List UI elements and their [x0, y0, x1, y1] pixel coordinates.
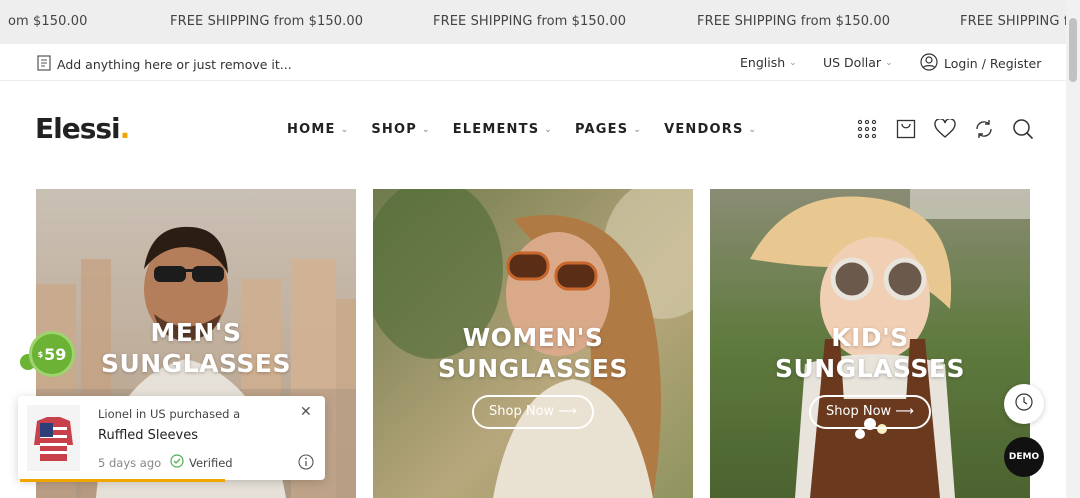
announcement-bar: om $150.00 FREE SHIPPING from $150.00 FR… — [0, 0, 1066, 44]
purchase-message: Lionel in US purchased a — [98, 407, 241, 421]
verified-label: Verified — [189, 455, 233, 470]
nav-label: ELEMENTS — [452, 122, 540, 137]
announcement-message: FREE SHIPPING f — [960, 14, 1066, 29]
check-circle-icon — [170, 454, 184, 471]
banner-kids-sunglasses[interactable]: KID'S SUNGLASSES Shop Now ⟶ — [710, 189, 1030, 498]
login-register-link[interactable]: Login / Register — [920, 53, 1041, 74]
cart-icon[interactable] — [895, 118, 917, 140]
popup-progress-bar — [20, 479, 225, 482]
grid-menu-icon[interactable] — [856, 118, 878, 140]
chevron-down-icon: ⌄ — [789, 57, 797, 68]
time-ago: 5 days ago — [98, 456, 162, 470]
info-icon[interactable] — [298, 454, 314, 474]
compare-icon[interactable] — [973, 118, 995, 140]
topbar-note-text: Add anything here or just remove it... — [57, 57, 292, 72]
banner-title-line: SUNGLASSES — [101, 349, 291, 378]
badge-price: 59 — [44, 344, 67, 364]
chevron-down-icon: ⌄ — [633, 124, 643, 135]
logo-text: Elessi — [35, 112, 121, 145]
heart-icon[interactable] — [934, 118, 956, 140]
top-utility-bar: Add anything here or just remove it... E… — [0, 44, 1066, 81]
price-badge[interactable]: $59 — [29, 331, 75, 377]
badge-currency: $ — [37, 349, 44, 359]
nav-label: PAGES — [575, 122, 629, 137]
logo-dot: . — [119, 112, 131, 145]
topbar-note: Add anything here or just remove it... — [37, 55, 292, 74]
language-selector[interactable]: English ⌄ — [740, 55, 797, 70]
banner-title: WOMEN'S SUNGLASSES — [373, 322, 693, 384]
announcement-message: FREE SHIPPING from $150.00 — [697, 14, 891, 29]
banner-title: KID'S SUNGLASSES — [710, 322, 1030, 384]
banner-title-line: SUNGLASSES — [438, 354, 628, 383]
nav-item-home[interactable]: HOME ⌄ — [287, 122, 349, 137]
announcement-message: FREE SHIPPING from $150.00 — [433, 14, 627, 29]
close-icon[interactable]: ✕ — [300, 404, 312, 420]
nav-label: HOME — [287, 122, 336, 137]
scrollbar-thumb[interactable] — [1069, 18, 1077, 82]
language-label: English — [740, 55, 786, 70]
banner-title: MEN'S SUNGLASSES — [36, 317, 356, 379]
product-name[interactable]: Ruffled Sleeves — [98, 428, 198, 443]
banner-womens-sunglasses[interactable]: WOMEN'S SUNGLASSES Shop Now ⟶ — [373, 189, 693, 498]
site-logo[interactable]: Elessi. — [35, 112, 131, 145]
banner-title-line: KID'S — [831, 323, 909, 352]
shop-now-button[interactable]: Shop Now ⟶ — [472, 395, 594, 429]
banner-title-line: WOMEN'S — [462, 323, 604, 352]
currency-label: US Dollar — [823, 55, 882, 70]
chevron-down-icon: ⌄ — [544, 124, 554, 135]
nav-item-elements[interactable]: ELEMENTS ⌄ — [453, 122, 553, 137]
main-nav: HOME ⌄ SHOP ⌄ ELEMENTS ⌄ PAGES ⌄ VENDORS ⌄ — [287, 122, 779, 137]
page-scrollbar[interactable] — [1066, 0, 1080, 498]
banner-title-line: SUNGLASSES — [775, 354, 965, 383]
note-icon — [37, 55, 51, 74]
recent-purchase-popup[interactable]: Lionel in US purchased a Ruffled Sleeves… — [18, 396, 325, 482]
login-label: Login / Register — [944, 56, 1042, 71]
demo-button[interactable]: DEMO — [1004, 437, 1044, 477]
verified-status: Verified — [170, 454, 233, 471]
chevron-down-icon: ⌄ — [748, 124, 758, 135]
page: om $150.00 FREE SHIPPING from $150.00 FR… — [0, 0, 1080, 498]
nav-label: SHOP — [371, 122, 417, 137]
announcement-message: om $150.00 — [8, 14, 88, 29]
clock-icon — [1014, 392, 1034, 416]
recently-viewed-button[interactable] — [1004, 384, 1044, 424]
nav-label: VENDORS — [664, 122, 744, 137]
nav-item-vendors[interactable]: VENDORS ⌄ — [664, 122, 757, 137]
nav-item-shop[interactable]: SHOP ⌄ — [371, 122, 430, 137]
shop-now-button[interactable]: Shop Now ⟶ — [809, 395, 931, 429]
currency-selector[interactable]: US Dollar ⌄ — [823, 55, 893, 70]
header-icons — [856, 118, 1034, 140]
nav-item-pages[interactable]: PAGES ⌄ — [575, 122, 642, 137]
announcement-message: FREE SHIPPING from $150.00 — [170, 14, 364, 29]
chevron-down-icon: ⌄ — [421, 124, 431, 135]
chevron-down-icon: ⌄ — [885, 57, 893, 68]
user-icon — [920, 53, 938, 74]
search-icon[interactable] — [1012, 118, 1034, 140]
chevron-down-icon: ⌄ — [340, 124, 350, 135]
product-thumbnail — [27, 405, 80, 471]
banner-title-line: MEN'S — [150, 318, 242, 347]
